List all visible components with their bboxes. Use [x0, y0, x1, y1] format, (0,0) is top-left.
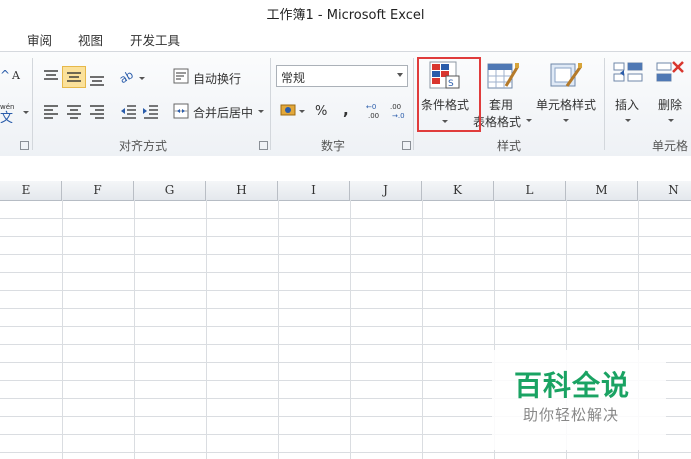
orientation-icon[interactable]: ab: [117, 68, 146, 90]
insert-cells-icon[interactable]: [612, 60, 644, 94]
delete-cells-icon[interactable]: [655, 60, 687, 94]
svg-text:ab: ab: [120, 68, 136, 86]
window-title: 工作簿1 - Microsoft Excel: [266, 8, 425, 23]
number-format-value: 常规: [281, 71, 306, 85]
svg-text:.00: .00: [390, 103, 401, 111]
ribbon-tabs: 审阅 视图 开发工具: [0, 27, 691, 51]
chevron-down-icon[interactable]: [625, 119, 631, 122]
styles-group-label: 样式: [497, 139, 522, 153]
cells-group-label: 单元格: [652, 139, 689, 153]
phonetic-guide-icon[interactable]: wén 文: [0, 101, 30, 127]
column-header-k[interactable]: K: [422, 181, 494, 200]
alignment-dialog-launcher-icon[interactable]: [259, 141, 268, 150]
svg-text:A: A: [11, 69, 21, 82]
number-dialog-launcher-icon[interactable]: [402, 141, 411, 150]
accounting-format-icon[interactable]: [280, 102, 306, 124]
chevron-down-icon[interactable]: [258, 110, 264, 113]
column-header-f[interactable]: F: [62, 181, 134, 200]
percent-style-button[interactable]: %: [315, 104, 327, 119]
column-header-i[interactable]: I: [278, 181, 350, 200]
merge-center-button[interactable]: 合并后居中: [193, 104, 253, 121]
align-left-icon[interactable]: [42, 103, 60, 123]
watermark-title: 百科全说: [514, 369, 631, 402]
chevron-down-icon[interactable]: [23, 111, 29, 114]
phonetic-label: wén: [0, 103, 14, 111]
align-top-icon[interactable]: [42, 69, 60, 89]
increase-decimal-icon[interactable]: ←0.00: [366, 102, 386, 124]
column-header-row: E F G H I J K L M N: [0, 181, 691, 201]
merge-center-icon[interactable]: [173, 103, 189, 123]
column-header-h[interactable]: H: [206, 181, 278, 200]
increase-indent-icon[interactable]: [142, 103, 160, 123]
chevron-down-icon: [397, 73, 403, 77]
align-bottom-icon[interactable]: [88, 71, 106, 91]
column-header-g[interactable]: G: [134, 181, 206, 200]
group-separator: [604, 58, 605, 150]
number-group-label: 数字: [321, 139, 346, 153]
column-header-e[interactable]: E: [0, 181, 62, 200]
decrease-indent-icon[interactable]: [120, 103, 138, 123]
group-separator: [270, 58, 271, 150]
wrap-text-icon[interactable]: [173, 68, 189, 88]
delete-button[interactable]: 删除: [658, 96, 682, 113]
align-middle-icon[interactable]: [62, 66, 86, 88]
align-center-icon[interactable]: [65, 103, 83, 123]
cell-styles-button[interactable]: 单元格样式: [536, 96, 596, 113]
svg-text:←0: ←0: [366, 103, 376, 111]
group-separator: [413, 58, 414, 150]
formula-bar: [0, 156, 691, 182]
column-header-n[interactable]: N: [638, 181, 691, 200]
align-right-icon[interactable]: [88, 103, 106, 123]
chevron-down-icon[interactable]: [563, 119, 569, 122]
chevron-down-icon[interactable]: [668, 119, 674, 122]
decrease-decimal-icon[interactable]: .00 →.0: [390, 102, 410, 124]
svg-text:^: ^: [0, 68, 10, 82]
ribbon: ^ A wén 文 ab 自动换行 合并后居中 对齐方式 常规 % , ←0 .…: [0, 51, 691, 158]
number-format-select[interactable]: 常规: [276, 65, 408, 87]
insert-button[interactable]: 插入: [615, 96, 639, 113]
chevron-down-icon[interactable]: [526, 119, 532, 122]
cell-styles-icon[interactable]: [549, 60, 583, 96]
column-header-l[interactable]: L: [494, 181, 566, 200]
title-bar: 工作簿1 - Microsoft Excel: [0, 0, 691, 27]
comma-style-button[interactable]: ,: [343, 101, 349, 119]
svg-text:→.0: →.0: [392, 112, 405, 120]
conditional-formatting-highlight: [417, 57, 481, 132]
column-header-m[interactable]: M: [566, 181, 638, 200]
group-separator: [32, 58, 33, 150]
tab-developer[interactable]: 开发工具: [130, 30, 180, 49]
svg-text:.00: .00: [368, 112, 379, 120]
font-dialog-launcher-icon[interactable]: [20, 141, 29, 150]
wrap-text-button[interactable]: 自动换行: [193, 70, 241, 87]
column-header-j[interactable]: J: [350, 181, 422, 200]
phonetic-glyph: 文: [0, 111, 13, 123]
watermark: 百科全说 助你轻松解决: [492, 350, 666, 450]
tab-review[interactable]: 审阅: [27, 30, 52, 49]
format-as-table-label-line1[interactable]: 套用: [489, 96, 513, 113]
alignment-group-label: 对齐方式: [119, 139, 168, 153]
watermark-subtitle: 助你轻松解决: [523, 406, 620, 424]
format-as-table-icon[interactable]: [486, 60, 520, 96]
tab-view[interactable]: 视图: [78, 30, 103, 49]
increase-font-size-icon[interactable]: ^ A: [0, 66, 26, 88]
